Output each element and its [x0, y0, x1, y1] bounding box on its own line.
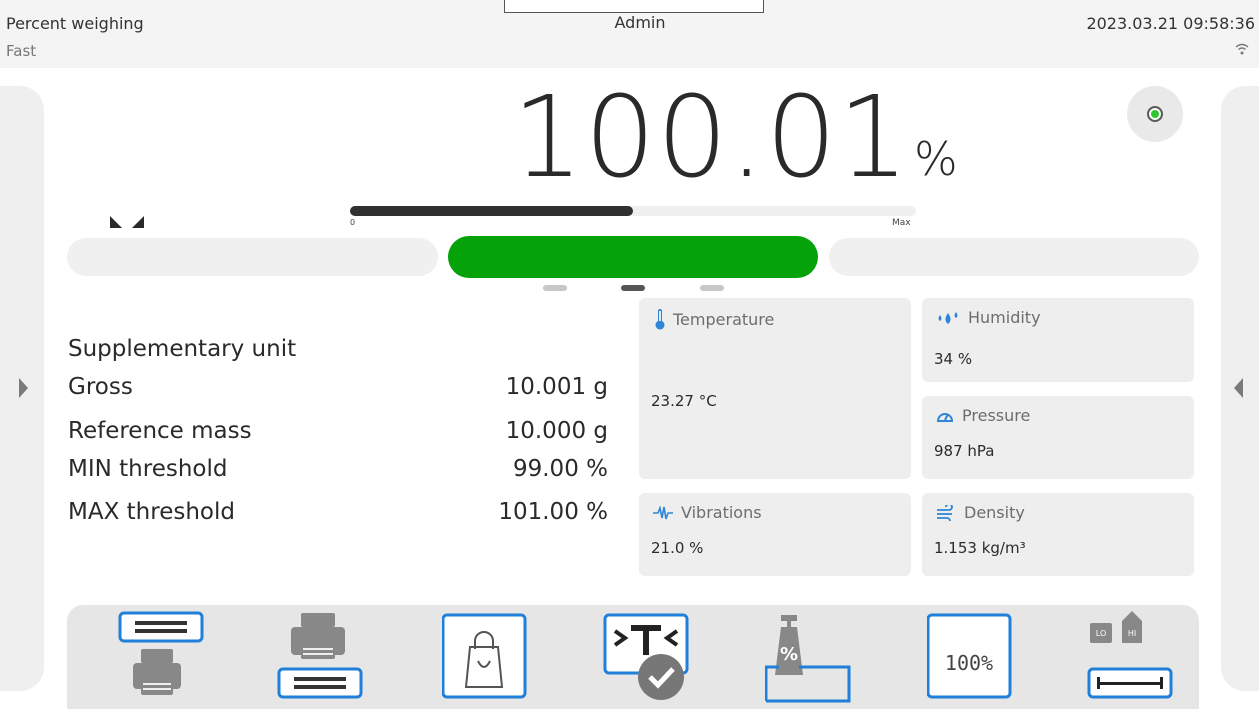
tare-database-button[interactable] — [441, 605, 542, 709]
header-print-icon — [118, 611, 204, 695]
footer-printout-button[interactable] — [277, 605, 377, 709]
set-tare-button[interactable] — [603, 605, 703, 709]
droplets-icon — [938, 311, 958, 324]
tare-check-icon — [603, 613, 689, 700]
info-label: MIN threshold — [68, 456, 228, 482]
info-value: 10.000 g — [505, 418, 608, 444]
temperature-label: Temperature — [673, 309, 775, 329]
pressure-tile[interactable]: Pressure 987 hPa — [922, 396, 1194, 479]
quick-access-toolbar: % 100% LO HI — [67, 605, 1199, 709]
info-value: 10.001 g — [505, 374, 608, 400]
gauge-icon — [936, 412, 954, 422]
footer-print-icon — [277, 613, 363, 699]
density-label: Density — [964, 503, 1025, 522]
right-side-panel[interactable] — [1221, 86, 1259, 691]
density-tile[interactable]: Density 1.153 kg/m³ — [922, 493, 1194, 576]
info-value: 101.00 % — [498, 499, 608, 525]
vibrations-value: 21.0 % — [651, 539, 704, 557]
temperature-value: 23.27 °C — [651, 392, 717, 410]
date-time: 2023.03.21 09:58:36 — [1086, 14, 1255, 33]
capacity-bar — [350, 206, 916, 216]
capacity-bar-fill — [350, 206, 633, 216]
thermometer-icon — [655, 309, 665, 330]
lo-label: LO — [1095, 629, 1107, 638]
humidity-tile[interactable]: Humidity 34 % — [922, 298, 1194, 382]
set-100-button[interactable]: 100% — [926, 605, 1027, 709]
left-side-panel[interactable] — [0, 86, 44, 691]
info-label: MAX threshold — [68, 499, 235, 525]
page-indicator-2[interactable] — [621, 285, 645, 291]
vibration-icon — [653, 505, 673, 519]
mode-title[interactable]: Percent weighing — [6, 14, 144, 33]
100-percent-label: 100% — [944, 651, 994, 675]
lo-hi-icon — [1087, 611, 1173, 699]
wind-icon — [937, 504, 953, 521]
pressure-value: 987 hPa — [934, 442, 995, 460]
humidity-label: Humidity — [968, 308, 1041, 327]
stable-dot-icon — [1147, 106, 1163, 122]
expand-left-icon — [1234, 378, 1243, 398]
svg-text:%: % — [780, 644, 798, 665]
header-printout-button[interactable] — [111, 605, 211, 709]
user-panel-tab[interactable] — [504, 0, 764, 13]
page-indicator-3[interactable] — [700, 285, 724, 291]
pressure-label: Pressure — [962, 406, 1031, 425]
zero-indicator-icon — [110, 216, 144, 228]
page-indicator-1[interactable] — [543, 285, 567, 291]
wifi-icon — [1235, 43, 1249, 55]
info-label: Gross — [68, 374, 133, 400]
logged-user[interactable]: Admin — [540, 13, 740, 32]
temperature-tile[interactable]: Temperature 23.27 °C — [639, 298, 911, 479]
humidity-value: 34 % — [934, 350, 973, 368]
percent-weight-icon: % — [764, 615, 851, 703]
weight-reading: 100.01 — [512, 73, 910, 203]
hi-label: HI — [1127, 629, 1137, 638]
threshold-high-zone — [829, 238, 1199, 276]
filter-speed: Fast — [6, 42, 37, 60]
reading-unit[interactable]: % — [914, 132, 958, 186]
info-value: 99.00 % — [512, 456, 608, 482]
capacity-max-label: Max — [892, 218, 911, 228]
bag-icon — [441, 613, 527, 699]
threshold-low-zone — [67, 238, 438, 276]
threshold-ok-zone — [448, 236, 818, 278]
reference-mass-button[interactable]: % — [764, 605, 865, 709]
capacity-min-label: 0 — [350, 218, 356, 227]
vibrations-label: Vibrations — [681, 503, 762, 522]
stability-indicator — [1127, 86, 1183, 142]
expand-right-icon — [19, 378, 28, 398]
status-bar: Percent weighing Fast Admin 2023.03.21 0… — [0, 0, 1259, 68]
thresholds-button[interactable]: LO HI — [1085, 605, 1185, 709]
info-label: Reference mass — [68, 418, 252, 444]
vibrations-tile[interactable]: Vibrations 21.0 % — [639, 493, 911, 576]
density-value: 1.153 kg/m³ — [934, 539, 1026, 557]
info-label: Supplementary unit — [68, 336, 297, 362]
